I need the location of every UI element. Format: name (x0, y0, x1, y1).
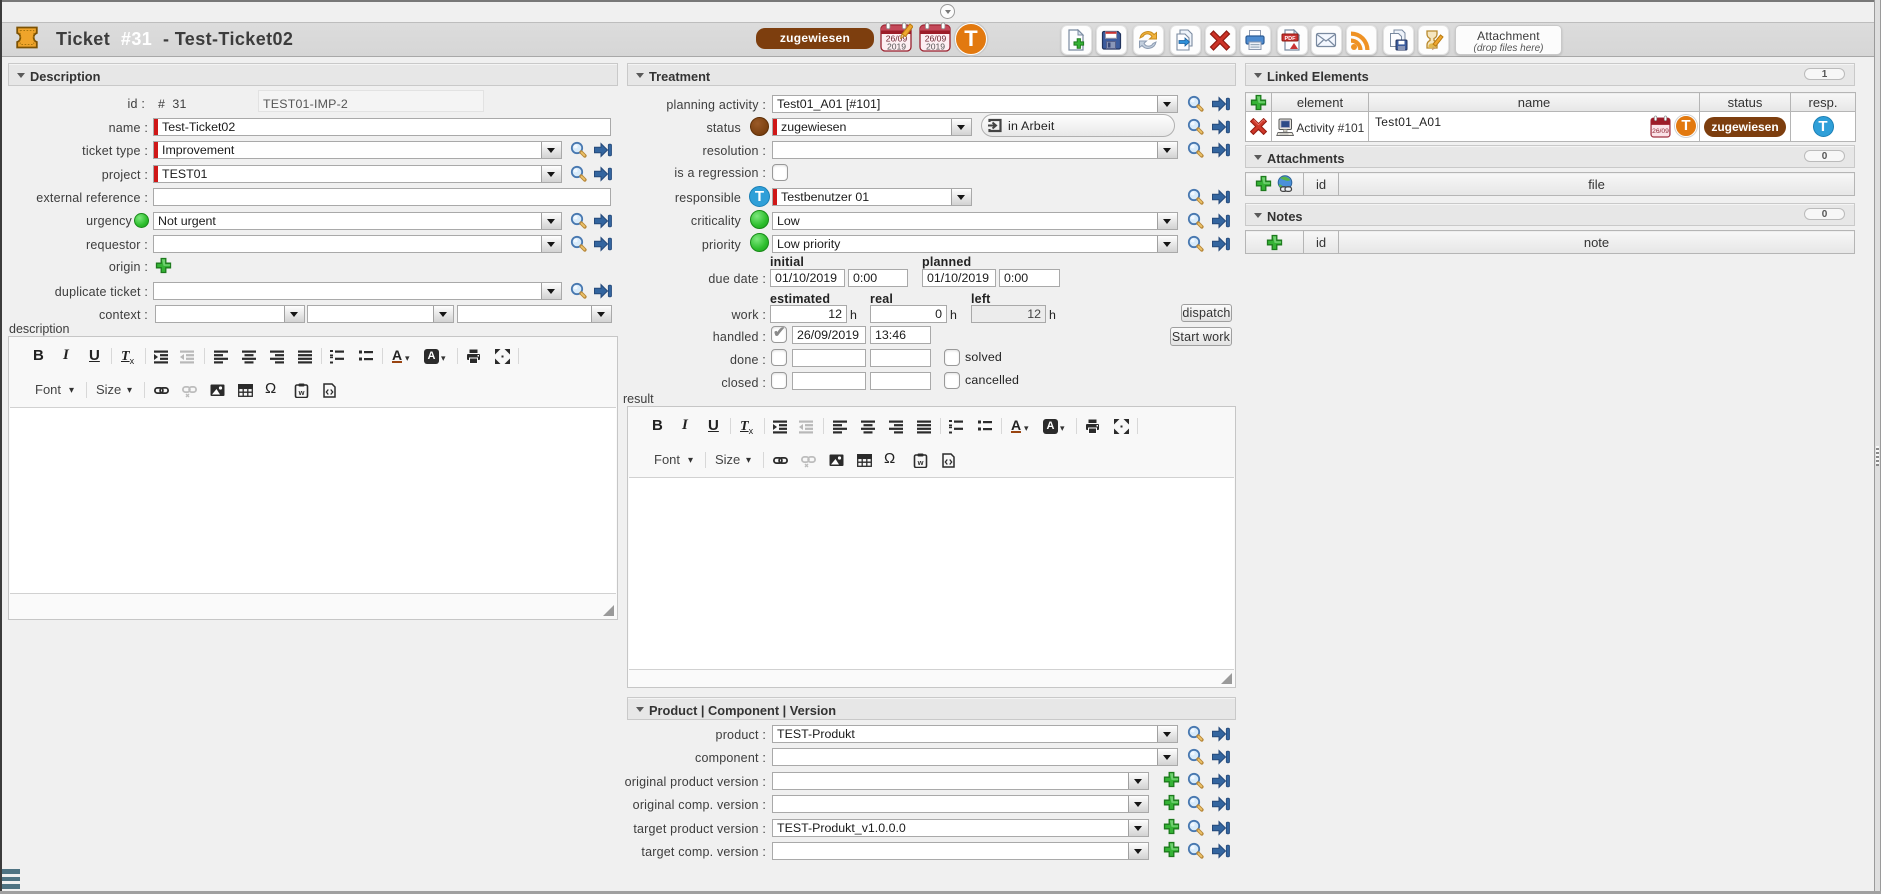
svg-text:2019: 2019 (887, 42, 906, 52)
svg-text:PDF: PDF (1285, 36, 1297, 42)
svg-text:2019: 2019 (926, 42, 945, 52)
